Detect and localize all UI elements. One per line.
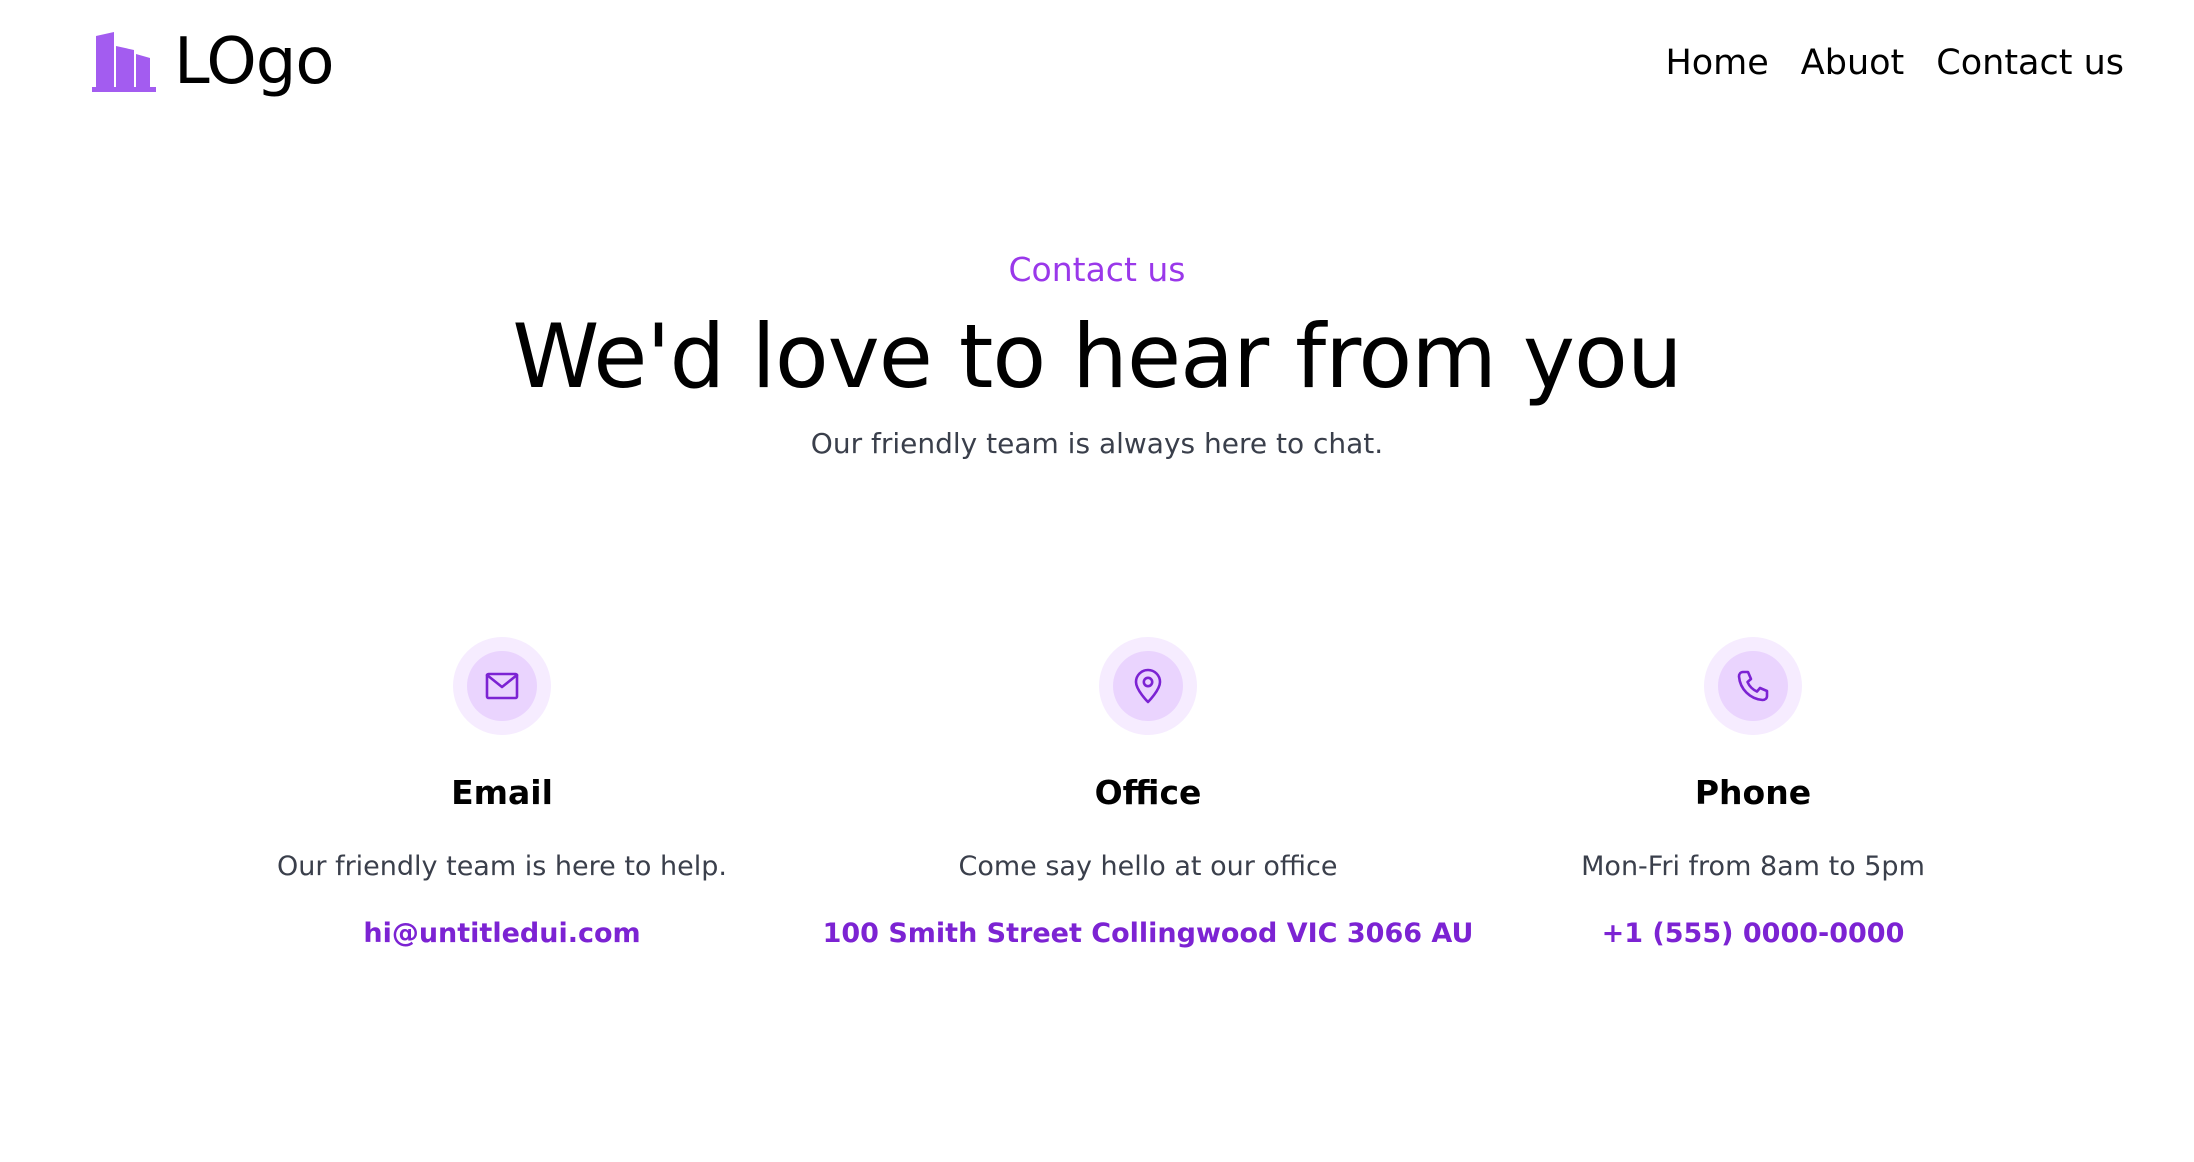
office-title: Office [1094, 773, 1202, 812]
phone-icon [1737, 670, 1769, 702]
main-nav: Home Abuot Contact us [1665, 42, 2124, 84]
mail-icon [485, 672, 519, 700]
hero-headline: We'd love to hear from you [512, 304, 1682, 408]
building-logo-icon [92, 32, 156, 92]
phone-description: Mon-Fri from 8am to 5pm [1581, 850, 1925, 882]
email-link[interactable]: hi@untitledui.com [363, 918, 640, 950]
phone-icon-badge [1704, 637, 1802, 735]
office-description: Come say hello at our office [958, 850, 1338, 882]
office-card: Office Come say hello at our office 100 … [798, 637, 1498, 950]
hero-eyebrow: Contact us [1008, 250, 1186, 289]
email-card: Email Our friendly team is here to help.… [152, 637, 852, 950]
logo-link[interactable]: LOgo [92, 25, 335, 99]
nav-about-link[interactable]: Abuot [1801, 42, 1904, 84]
hero-section: Contact us We'd love to hear from you Ou… [0, 250, 2194, 461]
phone-title: Phone [1694, 773, 1812, 812]
hero-subline: Our friendly team is always here to chat… [810, 427, 1384, 461]
nav-contact-link[interactable]: Contact us [1936, 42, 2124, 84]
email-title: Email [451, 773, 553, 812]
email-description: Our friendly team is here to help. [277, 850, 727, 882]
nav-home-link[interactable]: Home [1665, 42, 1768, 84]
map-pin-icon [1134, 668, 1162, 704]
office-address-link[interactable]: 100 Smith Street Collingwood VIC 3066 AU [823, 918, 1474, 950]
contact-page: LOgo Home Abuot Contact us Contact us We… [0, 0, 2194, 1162]
phone-number-link[interactable]: +1 (555) 0000-0000 [1602, 918, 1905, 950]
email-icon-badge [453, 637, 551, 735]
site-header: LOgo Home Abuot Contact us [0, 0, 2194, 135]
phone-card: Phone Mon-Fri from 8am to 5pm +1 (555) 0… [1403, 637, 2103, 950]
logo-text: LOgo [174, 25, 335, 99]
office-icon-badge [1099, 637, 1197, 735]
